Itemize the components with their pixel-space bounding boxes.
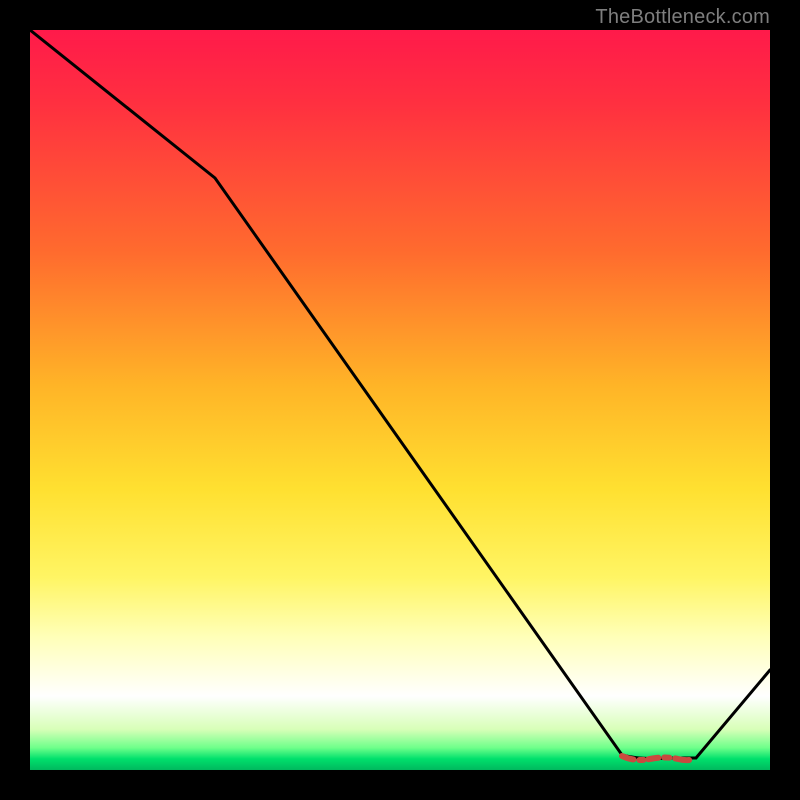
watermark-text: TheBottleneck.com (595, 6, 770, 29)
plot-area (30, 30, 770, 770)
chart-overlay (30, 30, 770, 770)
chart-frame: TheBottleneck.com (0, 0, 800, 800)
main-curve (30, 30, 770, 759)
